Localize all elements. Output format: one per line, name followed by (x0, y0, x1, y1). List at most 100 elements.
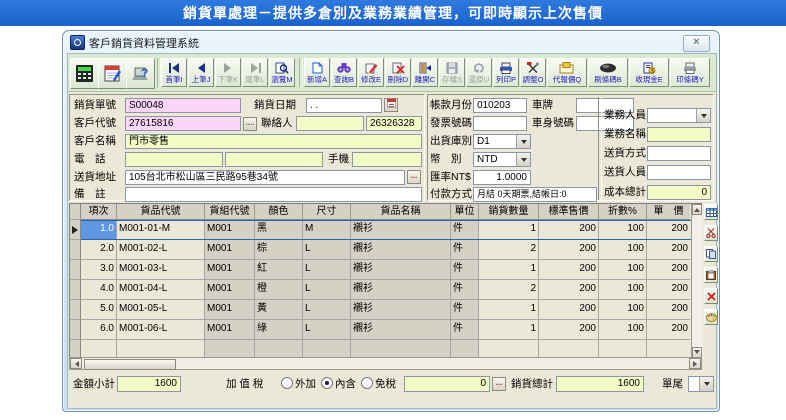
grid-view-button[interactable] (704, 204, 718, 220)
table-cell[interactable]: 200 (647, 260, 690, 280)
table-row[interactable]: 2.0 M001-02-L M001 棕 L 襯衫 件 2 200 100 20… (70, 240, 701, 260)
table-cell[interactable]: 3.0 (81, 260, 117, 280)
row-selector[interactable] (70, 320, 81, 340)
table-cell[interactable]: 100 (599, 280, 647, 300)
customer-name-field[interactable]: 門市零售 (125, 134, 422, 149)
modify-button[interactable]: 修改E (358, 58, 384, 87)
table-cell[interactable]: M001-06-L (117, 320, 205, 340)
table-cell[interactable]: 4.0 (81, 280, 117, 300)
collect-cash-button[interactable]: $ 收現金E (629, 58, 669, 87)
table-row[interactable]: 5.0 M001-05-L M001 黃 L 襯衫 件 1 200 100 20… (70, 300, 701, 320)
table-cell[interactable]: 200 (539, 220, 599, 240)
table-cell[interactable]: M001-04-L (117, 280, 205, 300)
table-cell[interactable] (539, 340, 599, 358)
column-header[interactable]: 顏色 (255, 204, 303, 220)
table-cell[interactable]: M001-03-L (117, 260, 205, 280)
customer-code-field[interactable]: 27615816 (125, 116, 241, 131)
close-button[interactable]: × (683, 35, 710, 52)
table-cell[interactable] (479, 340, 539, 358)
last-record-button[interactable]: 尾筆L (242, 58, 268, 87)
table-cell[interactable]: 2.0 (81, 240, 117, 260)
phone1-field[interactable] (125, 152, 223, 167)
row-selector[interactable] (70, 300, 81, 320)
table-cell[interactable]: 200 (539, 260, 599, 280)
chevron-down-icon[interactable] (699, 377, 713, 391)
table-row[interactable]: 1.0 M001-01-M M001 黑 M 襯衫 件 1 200 100 20… (70, 220, 701, 240)
vat-option-inclusive[interactable]: 內含 (321, 376, 356, 392)
row-selector[interactable] (70, 220, 81, 240)
delete-row-button[interactable] (704, 288, 718, 304)
scrollbar-thumb[interactable] (84, 359, 176, 370)
account-month-field[interactable]: 010203 (473, 98, 527, 113)
print-button[interactable]: 列印P (493, 58, 519, 87)
row-selector[interactable] (70, 260, 81, 280)
table-cell[interactable]: M001-05-L (117, 300, 205, 320)
currency-select[interactable]: NTD (473, 152, 531, 167)
table-cell[interactable]: 1 (479, 300, 539, 320)
table-cell[interactable]: 200 (647, 320, 690, 340)
vertical-scrollbar[interactable] (691, 204, 703, 358)
table-cell[interactable]: 100 (599, 300, 647, 320)
row-selector[interactable] (70, 340, 81, 358)
table-cell[interactable]: 2 (479, 240, 539, 260)
column-header[interactable]: 貨組代號 (205, 204, 255, 220)
rate-field[interactable]: 1.0000 (473, 170, 531, 185)
table-cell[interactable]: 200 (539, 320, 599, 340)
sale-date-field[interactable]: . . (306, 98, 382, 113)
rounding-select[interactable] (688, 376, 714, 392)
chevron-down-icon[interactable] (516, 135, 530, 148)
table-cell[interactable] (117, 340, 205, 358)
horizontal-scrollbar[interactable] (69, 357, 702, 370)
table-cell[interactable]: 2 (479, 280, 539, 300)
print-barcode-button[interactable]: 印條碼Y (670, 58, 710, 87)
table-row[interactable]: 3.0 M001-03-L M001 紅 L 襯衫 件 1 200 100 20… (70, 260, 701, 280)
tax-lookup-button[interactable]: ... (492, 377, 506, 391)
warehouse-select[interactable]: D1 (473, 134, 531, 149)
table-cell[interactable] (647, 340, 690, 358)
exit-button[interactable]: 離開C (412, 58, 438, 87)
prev-record-button[interactable]: 上筆J (188, 58, 214, 87)
table-cell[interactable]: 200 (647, 240, 690, 260)
invoice-field[interactable] (473, 116, 527, 131)
phone2-field[interactable] (225, 152, 323, 167)
table-cell[interactable]: 200 (647, 280, 690, 300)
order-no-field[interactable]: S00048 (125, 98, 241, 113)
scroll-left-button[interactable] (70, 358, 82, 369)
table-cell[interactable]: 100 (599, 260, 647, 280)
scroll-up-button[interactable] (692, 204, 702, 215)
vat-radio-inclusive[interactable] (321, 377, 333, 389)
color-settings-button[interactable] (704, 309, 718, 325)
table-cell[interactable]: 100 (599, 220, 647, 240)
table-cell[interactable]: 1 (479, 220, 539, 240)
vat-option-exempt[interactable]: 免稅 (361, 376, 396, 392)
contact-field[interactable] (296, 116, 364, 131)
table-cell[interactable]: 1 (479, 260, 539, 280)
first-record-button[interactable]: 首筆I (161, 58, 187, 87)
delivery-method-field[interactable] (647, 146, 711, 161)
table-cell[interactable]: M001-01-M (117, 220, 205, 240)
cost-total-field[interactable]: 0 (647, 185, 711, 200)
calculator-button[interactable] (70, 58, 99, 89)
scan-barcode-button[interactable]: 刷條碼B (588, 58, 628, 87)
column-header[interactable]: 貨品代號 (117, 204, 205, 220)
quote-button[interactable]: 代報價Q (547, 58, 587, 87)
table-cell[interactable] (599, 340, 647, 358)
window-titlebar[interactable]: 客戶銷貨資料管理系統 × (63, 31, 719, 53)
calendar-button[interactable] (98, 58, 127, 89)
save-button[interactable]: 存檔S (439, 58, 465, 87)
column-header[interactable]: 標準售價 (539, 204, 599, 220)
table-row[interactable]: 6.0 M001-06-L M001 綠 L 襯衫 件 1 200 100 20… (70, 320, 701, 340)
address-lookup-button[interactable]: ... (407, 170, 421, 184)
address-field[interactable]: 105台北市松山區三民路95巷34號 (125, 170, 405, 185)
table-cell[interactable]: 1.0 (81, 220, 117, 240)
query-button[interactable]: 查詢B (331, 58, 357, 87)
column-header[interactable]: 折數% (599, 204, 647, 220)
adjust-button[interactable]: 調整O (520, 58, 546, 87)
column-header[interactable]: 銷貨數量 (479, 204, 539, 220)
table-cell[interactable]: 200 (539, 240, 599, 260)
help-button[interactable]: ? (126, 58, 155, 89)
row-selector[interactable] (70, 280, 81, 300)
note-field[interactable] (125, 187, 422, 202)
payment-field[interactable]: 月結 0天期票,結帳日:0 (473, 187, 597, 202)
chevron-down-icon[interactable] (516, 153, 530, 166)
